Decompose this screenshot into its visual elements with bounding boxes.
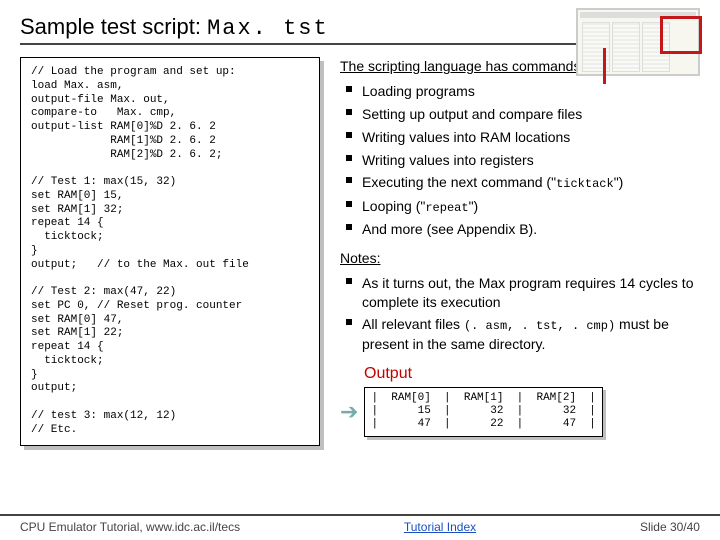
output-table: | RAM[0] | RAM[1] | RAM[2] | | 15 | 32 |… — [364, 387, 602, 437]
output-label: Output — [364, 363, 700, 385]
title-filename: Max. tst — [207, 16, 329, 41]
list-item: As it turns out, the Max program require… — [340, 272, 700, 314]
slide-number: Slide 30/40 — [640, 520, 700, 534]
tutorial-index-link[interactable]: Tutorial Index — [404, 520, 476, 534]
list-item: Setting up output and compare files — [340, 103, 700, 126]
notes-heading: Notes: — [340, 249, 700, 268]
list-item: Looping ("repeat") — [340, 195, 700, 218]
list-item: Writing values into registers — [340, 149, 700, 172]
footer-left: CPU Emulator Tutorial, www.idc.ac.il/tec… — [20, 520, 240, 534]
callout-box — [660, 16, 702, 54]
list-item: Loading programs — [340, 80, 700, 103]
title-text: Sample test script: — [20, 14, 207, 39]
notes-list: As it turns out, the Max program require… — [340, 272, 700, 356]
list-item: All relevant files (. asm, . tst, . cmp)… — [340, 313, 700, 355]
commands-list: Loading programs Setting up output and c… — [340, 80, 700, 241]
footer: CPU Emulator Tutorial, www.idc.ac.il/tec… — [0, 514, 720, 534]
arrow-icon: ➔ — [340, 387, 358, 427]
list-item: Writing values into RAM locations — [340, 126, 700, 149]
list-item: And more (see Appendix B). — [340, 218, 700, 241]
code-block: // Load the program and set up: load Max… — [20, 57, 320, 446]
screenshot-thumbnail — [576, 8, 700, 76]
list-item: Executing the next command ("ticktack") — [340, 171, 700, 194]
